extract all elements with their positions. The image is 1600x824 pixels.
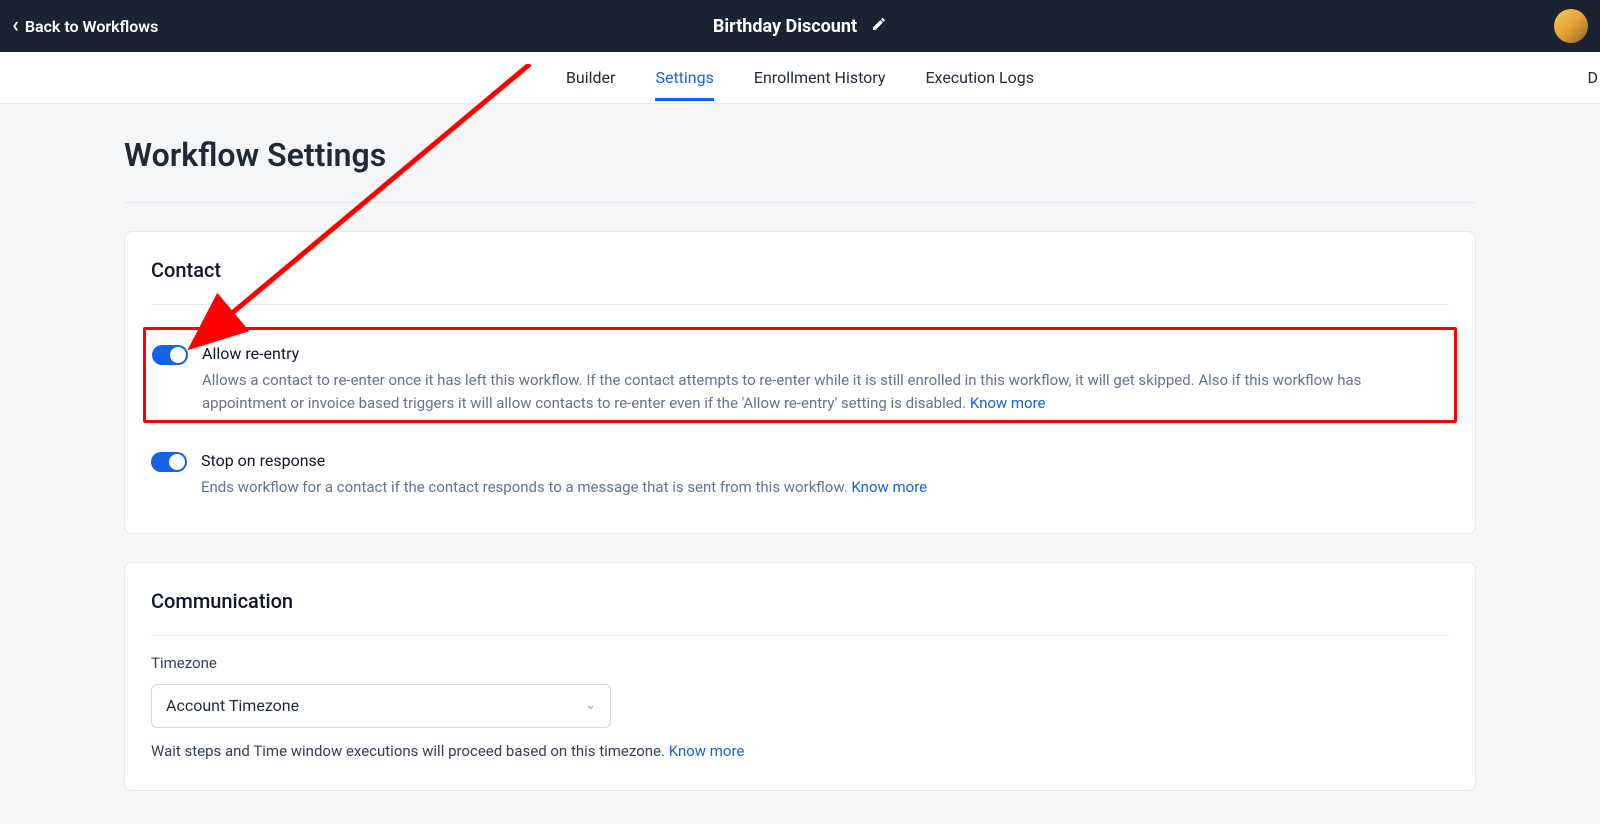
allow-reentry-desc: Allows a contact to re-enter once it has… — [202, 369, 1448, 414]
allow-reentry-toggle[interactable] — [152, 345, 188, 365]
timezone-value: Account Timezone — [166, 696, 299, 715]
chevron-left-icon: ‹ — [12, 15, 19, 37]
allow-reentry-row: Allow re-entry Allows a contact to re-en… — [143, 327, 1457, 423]
stop-on-response-toggle[interactable] — [151, 452, 187, 472]
edit-icon[interactable] — [871, 16, 887, 36]
tab-builder[interactable]: Builder — [566, 54, 616, 101]
stop-on-response-desc: Ends workflow for a contact if the conta… — [201, 476, 1449, 499]
allow-reentry-label: Allow re-entry — [202, 344, 1448, 363]
communication-card: Communication Timezone Account Timezone … — [124, 562, 1476, 791]
truncated-right-text: D — [1588, 68, 1600, 87]
timezone-select[interactable]: Account Timezone ⌄ — [151, 684, 611, 728]
content: Workflow Settings Contact Allow re-entry… — [0, 104, 1600, 791]
communication-heading: Communication — [151, 589, 1449, 636]
title-center: Birthday Discount — [713, 16, 887, 37]
stop-on-response-row: Stop on response Ends workflow for a con… — [151, 447, 1449, 503]
allow-reentry-body: Allow re-entry Allows a contact to re-en… — [202, 344, 1448, 414]
stop-on-response-know-more[interactable]: Know more — [851, 478, 927, 496]
contact-heading: Contact — [151, 258, 1449, 305]
tab-execution-logs[interactable]: Execution Logs — [925, 54, 1034, 101]
contact-card: Contact Allow re-entry Allows a contact … — [124, 231, 1476, 534]
timezone-help: Wait steps and Time window executions wi… — [151, 742, 1449, 760]
timezone-know-more[interactable]: Know more — [669, 742, 745, 760]
page-title: Workflow Settings — [124, 136, 1476, 203]
allow-reentry-know-more[interactable]: Know more — [970, 394, 1046, 412]
avatar[interactable] — [1554, 9, 1588, 43]
back-label: Back to Workflows — [25, 17, 159, 36]
workflow-title: Birthday Discount — [713, 16, 857, 37]
stop-on-response-body: Stop on response Ends workflow for a con… — [201, 451, 1449, 499]
timezone-label: Timezone — [151, 654, 1449, 672]
top-bar: ‹ Back to Workflows Birthday Discount — [0, 0, 1600, 52]
tabs-bar: Builder Settings Enrollment History Exec… — [0, 52, 1600, 104]
tab-settings[interactable]: Settings — [655, 54, 713, 101]
chevron-down-icon: ⌄ — [585, 698, 596, 713]
tab-enrollment-history[interactable]: Enrollment History — [754, 54, 886, 101]
back-to-workflows-link[interactable]: ‹ Back to Workflows — [12, 15, 158, 37]
stop-on-response-label: Stop on response — [201, 451, 1449, 470]
